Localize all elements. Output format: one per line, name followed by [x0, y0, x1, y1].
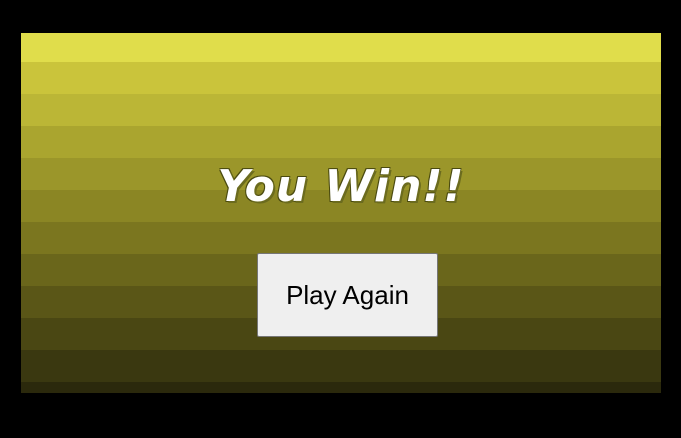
- game-canvas: You Win!! Play Again: [21, 33, 661, 393]
- play-again-button[interactable]: Play Again: [257, 253, 438, 337]
- win-message: You Win!!: [217, 161, 465, 212]
